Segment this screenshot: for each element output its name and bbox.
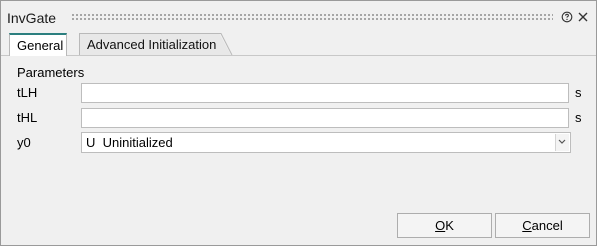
cancel-mnemonic: C <box>522 218 532 233</box>
chevron-down-icon <box>558 139 566 144</box>
tlh-label: tLH <box>17 85 38 100</box>
tab-general[interactable]: General <box>9 33 67 56</box>
thl-input[interactable] <box>81 108 569 128</box>
tlh-input[interactable] <box>81 83 569 103</box>
tlh-unit: s <box>575 85 582 100</box>
help-icon[interactable] <box>561 11 573 23</box>
parameters-heading: Parameters <box>17 65 85 80</box>
title-bar[interactable]: InvGate <box>1 1 596 29</box>
cancel-button[interactable]: Cancel <box>495 213 590 238</box>
drag-grip[interactable] <box>71 13 553 21</box>
ok-label-rest: K <box>445 218 454 233</box>
y0-select[interactable]: U Uninitialized <box>81 132 571 153</box>
tab-advanced-initialization[interactable]: Advanced Initialization <box>79 33 231 55</box>
thl-label: tHL <box>17 110 38 125</box>
thl-unit: s <box>575 110 582 125</box>
cancel-label-rest: ancel <box>531 218 563 233</box>
ok-button[interactable]: OK <box>397 213 492 238</box>
ok-mnemonic: O <box>435 218 446 233</box>
tab-slant-edge <box>219 33 233 55</box>
y0-label: y0 <box>17 135 31 150</box>
window-title: InvGate <box>7 10 57 26</box>
tab-divider <box>1 55 596 56</box>
y0-selected-value: U Uninitialized <box>86 135 173 150</box>
close-icon[interactable] <box>577 11 589 23</box>
dialog-window: InvGate General Advanced Initialization … <box>0 0 597 246</box>
y0-dropdown-button[interactable] <box>555 134 569 151</box>
